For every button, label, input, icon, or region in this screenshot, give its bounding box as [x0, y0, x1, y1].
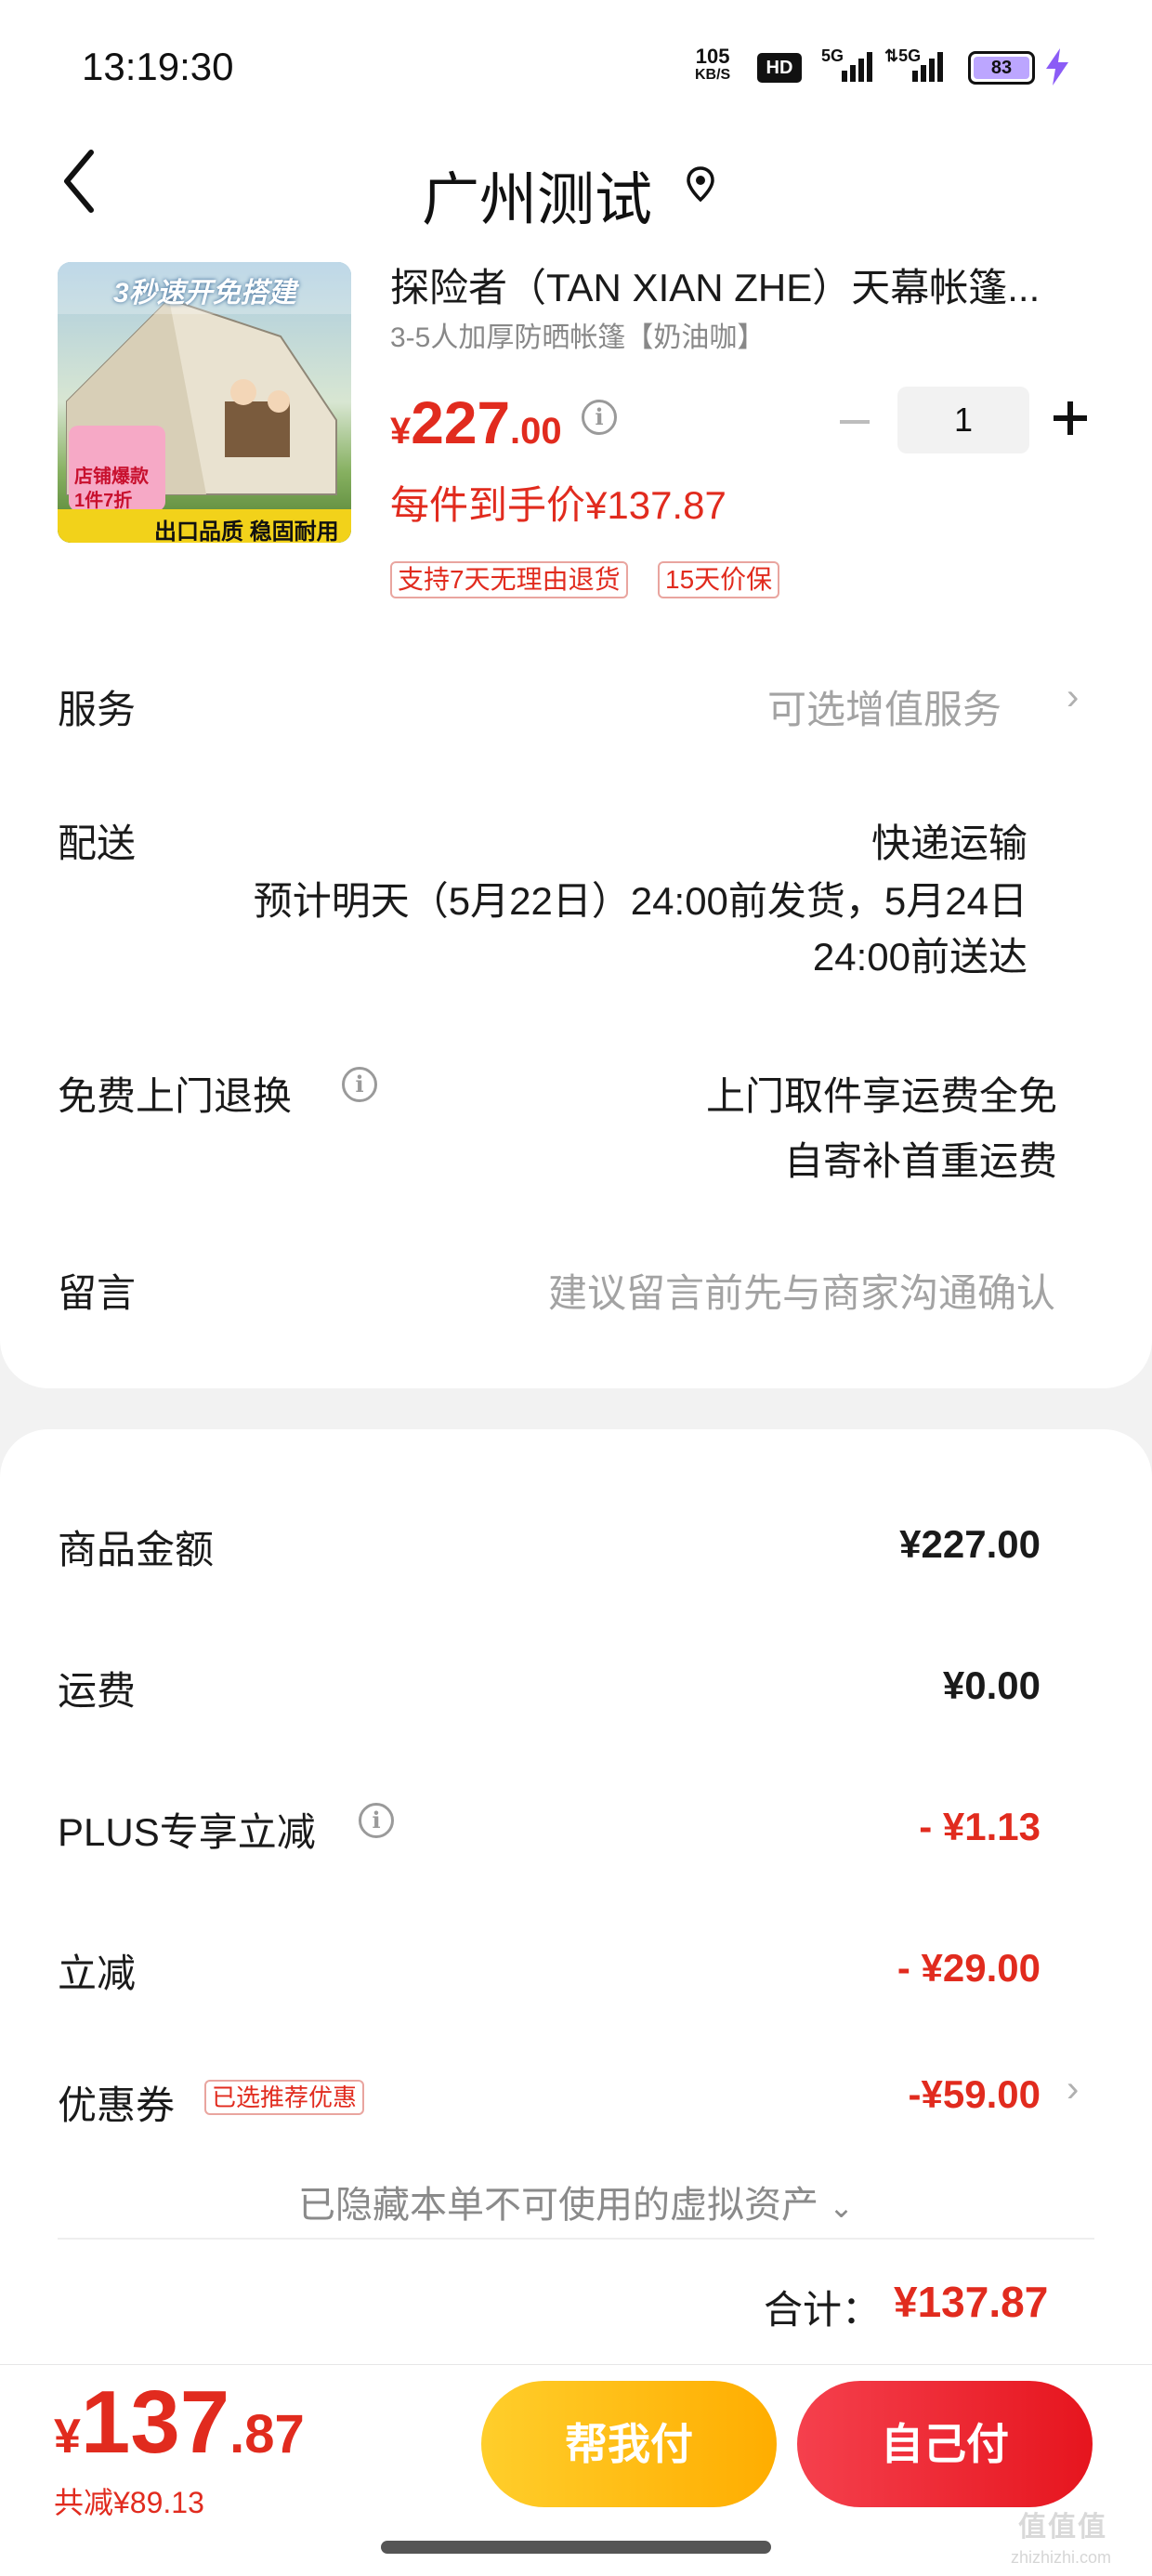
instant-discount-label: 立减	[58, 1952, 137, 1995]
coupon-tag: 已选推荐优惠	[204, 2080, 365, 2115]
image-badge: 店铺爆款	[74, 467, 149, 487]
network-speed: 105 KB/S	[695, 45, 731, 84]
charging-bolt-icon	[1044, 48, 1070, 90]
coupon-label: 优惠券	[58, 2083, 176, 2127]
delivery-estimate: 预计明天（5月22日）24:00前发货，5月24日	[253, 879, 1028, 923]
quantity-plus-button[interactable]	[1050, 398, 1091, 439]
message-input[interactable]: 建议留言前先与商家沟通确认	[498, 1262, 1055, 1319]
each-price: 每件到手价¥137.87	[390, 483, 727, 527]
image-caption: 3秒速开免搭建	[113, 278, 296, 309]
total-saved: 共减¥89.13	[54, 2486, 204, 2519]
service-chevron-icon[interactable]: ›	[1067, 677, 1079, 718]
image-banner: 出口品质 稳固耐用	[154, 519, 339, 543]
page-title: 广州测试	[422, 168, 653, 232]
return-pickup: 上门取件享运费全免	[705, 1074, 1057, 1118]
return-self-ship: 自寄补首重运费	[783, 1139, 1057, 1183]
message-label: 留言	[58, 1271, 137, 1315]
price-protect-tag: 15天价保	[658, 561, 780, 598]
signal-5g-2-icon: ⇅5G	[884, 46, 951, 84]
coupon-value[interactable]: -¥59.00	[762, 2072, 1041, 2117]
delivery-method[interactable]: 快递运输	[818, 812, 1028, 869]
help-pay-button[interactable]: 帮我付	[481, 2381, 777, 2507]
image-badge-discount: 1件7折	[74, 491, 133, 511]
home-indicator[interactable]	[381, 2541, 771, 2554]
pay-amount: ¥137.87	[54, 2372, 305, 2472]
hd-icon: HD	[757, 53, 802, 83]
goods-amount-value: ¥227.00	[899, 1522, 1041, 1566]
plus-info-icon[interactable]: i	[359, 1803, 394, 1838]
goods-amount-label: 商品金额	[58, 1528, 215, 1571]
return-policy-tag: 支持7天无理由退货	[390, 561, 628, 598]
instant-discount-value: - ¥29.00	[897, 1946, 1041, 1990]
svg-text:5G: 5G	[821, 46, 844, 65]
location-pin-icon[interactable]	[684, 165, 717, 207]
svg-text:⇅5G: ⇅5G	[884, 46, 921, 65]
hidden-assets-label: 已隐藏本单不可使用的虚拟资产	[298, 2185, 819, 2226]
product-name[interactable]: 探险者（TAN XIAN ZHE）天幕帐篷...	[390, 256, 1096, 313]
shipping-label: 运费	[58, 1669, 137, 1713]
price-info-icon[interactable]: i	[582, 400, 617, 435]
self-pay-button[interactable]: 自己付	[797, 2381, 1093, 2507]
status-time: 13:19:30	[82, 45, 234, 88]
coupon-chevron-icon[interactable]: ›	[1067, 2069, 1079, 2110]
divider	[58, 2238, 1094, 2240]
signal-5g-icon: 5G	[821, 46, 873, 84]
total-value: ¥137.87	[894, 2278, 1049, 2326]
chevron-down-icon: ⌄	[829, 2190, 854, 2224]
total-label: 合计：	[764, 2288, 882, 2332]
quantity-input[interactable]: 1	[897, 387, 1029, 453]
delivery-label: 配送	[58, 821, 137, 865]
product-spec[interactable]: 3-5人加厚防晒帐篷【奶油咖】	[390, 314, 765, 355]
hidden-assets-toggle[interactable]: 已隐藏本单不可使用的虚拟资产 ⌄	[0, 2175, 1152, 2228]
product-price: ¥227.00	[390, 389, 562, 456]
watermark-domain: zhizhizhi.com	[1011, 2548, 1112, 2567]
back-icon[interactable]	[61, 149, 98, 218]
free-return-label: 免费上门退换	[58, 1074, 293, 1118]
battery-icon: 83	[968, 51, 1035, 85]
plus-discount-label: PLUS专享立减	[58, 1810, 316, 1854]
quantity-minus-button[interactable]	[834, 401, 875, 442]
delivery-estimate-2: 24:00前送达	[812, 935, 1028, 979]
product-image[interactable]: 3秒速开免搭建 店铺爆款 1件7折 出口品质 稳固耐用	[58, 262, 351, 543]
return-info-icon[interactable]: i	[342, 1067, 377, 1102]
plus-discount-value: - ¥1.13	[919, 1805, 1041, 1848]
service-label: 服务	[58, 688, 137, 731]
watermark-logo: 值值值	[1018, 2512, 1107, 2543]
shipping-value: ¥0.00	[942, 1663, 1041, 1707]
service-value[interactable]: 可选增值服务	[767, 678, 1001, 735]
